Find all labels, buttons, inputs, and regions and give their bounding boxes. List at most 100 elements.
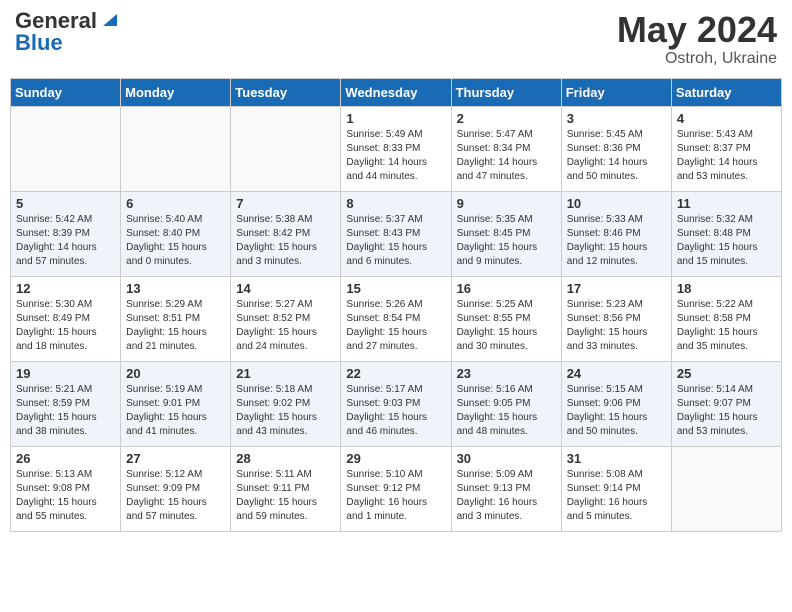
day-number: 13 — [126, 281, 225, 296]
day-number: 12 — [16, 281, 115, 296]
calendar-cell: 30 Sunrise: 5:09 AM Sunset: 9:13 PM Dayli… — [451, 446, 561, 531]
day-info: Sunrise: 5:38 AM Sunset: 8:42 PM Dayligh… — [236, 213, 335, 269]
day-info: Sunrise: 5:32 AM Sunset: 8:48 PM Dayligh… — [677, 213, 776, 269]
logo: General Blue — [15, 10, 117, 54]
day-info: Sunrise: 5:14 AM Sunset: 9:07 PM Dayligh… — [677, 383, 776, 439]
day-info: Sunrise: 5:17 AM Sunset: 9:03 PM Dayligh… — [346, 383, 445, 439]
calendar-header-saturday: Saturday — [671, 78, 781, 106]
day-number: 14 — [236, 281, 335, 296]
day-number: 22 — [346, 366, 445, 381]
day-number: 28 — [236, 451, 335, 466]
day-info: Sunrise: 5:22 AM Sunset: 8:58 PM Dayligh… — [677, 298, 776, 354]
day-info: Sunrise: 5:43 AM Sunset: 8:37 PM Dayligh… — [677, 128, 776, 184]
calendar-cell: 3 Sunrise: 5:45 AM Sunset: 8:36 PM Daylig… — [561, 106, 671, 191]
day-number: 31 — [567, 451, 666, 466]
day-number: 15 — [346, 281, 445, 296]
calendar-cell: 18 Sunrise: 5:22 AM Sunset: 8:58 PM Dayli… — [671, 276, 781, 361]
calendar-cell: 2Sunrise: 5:47 AM Sunset: 8:34 PM Daylig… — [451, 106, 561, 191]
day-number: 4 — [677, 111, 776, 126]
day-number: 29 — [346, 451, 445, 466]
calendar-cell: 31Sunrise: 5:08 AM Sunset: 9:14 PM Dayli… — [561, 446, 671, 531]
day-number: 19 — [16, 366, 115, 381]
calendar-week-row: 26Sunrise: 5:13 AM Sunset: 9:08 PM Dayli… — [11, 446, 782, 531]
calendar-cell: 14 Sunrise: 5:27 AM Sunset: 8:52 PM Dayli… — [231, 276, 341, 361]
calendar-cell: 11 Sunrise: 5:32 AM Sunset: 8:48 PM Dayli… — [671, 191, 781, 276]
calendar-cell: 25 Sunrise: 5:14 AM Sunset: 9:07 PM Dayli… — [671, 361, 781, 446]
day-info: Sunrise: 5:16 AM Sunset: 9:05 PM Dayligh… — [457, 383, 556, 439]
calendar-cell — [671, 446, 781, 531]
calendar-cell: 9Sunrise: 5:35 AM Sunset: 8:45 PM Daylig… — [451, 191, 561, 276]
calendar-cell: 29 Sunrise: 5:10 AM Sunset: 9:12 PM Dayli… — [341, 446, 451, 531]
day-number: 24 — [567, 366, 666, 381]
calendar-cell: 17Sunrise: 5:23 AM Sunset: 8:56 PM Dayli… — [561, 276, 671, 361]
calendar-cell: 26Sunrise: 5:13 AM Sunset: 9:08 PM Dayli… — [11, 446, 121, 531]
day-info: Sunrise: 5:26 AM Sunset: 8:54 PM Dayligh… — [346, 298, 445, 354]
calendar-cell: 10 Sunrise: 5:33 AM Sunset: 8:46 PM Dayli… — [561, 191, 671, 276]
day-number: 11 — [677, 196, 776, 211]
day-number: 20 — [126, 366, 225, 381]
calendar-header-tuesday: Tuesday — [231, 78, 341, 106]
day-info: Sunrise: 5:15 AM Sunset: 9:06 PM Dayligh… — [567, 383, 666, 439]
day-number: 5 — [16, 196, 115, 211]
day-number: 30 — [457, 451, 556, 466]
day-number: 17 — [567, 281, 666, 296]
calendar-week-row: 5Sunrise: 5:42 AM Sunset: 8:39 PM Daylig… — [11, 191, 782, 276]
day-number: 3 — [567, 111, 666, 126]
calendar-header-thursday: Thursday — [451, 78, 561, 106]
calendar-cell — [231, 106, 341, 191]
day-number: 25 — [677, 366, 776, 381]
calendar-table: SundayMondayTuesdayWednesdayThursdayFrid… — [10, 78, 782, 532]
calendar-cell: 7 Sunrise: 5:38 AM Sunset: 8:42 PM Daylig… — [231, 191, 341, 276]
logo-blue-text: Blue — [15, 32, 63, 54]
logo-triangle-icon — [99, 10, 117, 28]
calendar-cell: 4 Sunrise: 5:43 AM Sunset: 8:37 PM Daylig… — [671, 106, 781, 191]
calendar-cell — [121, 106, 231, 191]
calendar-header-monday: Monday — [121, 78, 231, 106]
calendar-cell: 24 Sunrise: 5:15 AM Sunset: 9:06 PM Dayli… — [561, 361, 671, 446]
calendar-cell: 21 Sunrise: 5:18 AM Sunset: 9:02 PM Dayli… — [231, 361, 341, 446]
day-info: Sunrise: 5:10 AM Sunset: 9:12 PM Dayligh… — [346, 468, 445, 524]
day-number: 8 — [346, 196, 445, 211]
calendar-cell: 8 Sunrise: 5:37 AM Sunset: 8:43 PM Daylig… — [341, 191, 451, 276]
day-info: Sunrise: 5:37 AM Sunset: 8:43 PM Dayligh… — [346, 213, 445, 269]
day-number: 9 — [457, 196, 556, 211]
day-info: Sunrise: 5:09 AM Sunset: 9:13 PM Dayligh… — [457, 468, 556, 524]
day-number: 21 — [236, 366, 335, 381]
day-info: Sunrise: 5:19 AM Sunset: 9:01 PM Dayligh… — [126, 383, 225, 439]
calendar-cell — [11, 106, 121, 191]
calendar-cell: 16 Sunrise: 5:25 AM Sunset: 8:55 PM Dayli… — [451, 276, 561, 361]
day-number: 1 — [346, 111, 445, 126]
day-info: Sunrise: 5:30 AM Sunset: 8:49 PM Dayligh… — [16, 298, 115, 354]
day-info: Sunrise: 5:49 AM Sunset: 8:33 PM Dayligh… — [346, 128, 445, 184]
calendar-week-row: 1 Sunrise: 5:49 AM Sunset: 8:33 PM Daylig… — [11, 106, 782, 191]
calendar-header-wednesday: Wednesday — [341, 78, 451, 106]
day-info: Sunrise: 5:40 AM Sunset: 8:40 PM Dayligh… — [126, 213, 225, 269]
calendar-cell: 1 Sunrise: 5:49 AM Sunset: 8:33 PM Daylig… — [341, 106, 451, 191]
day-info: Sunrise: 5:33 AM Sunset: 8:46 PM Dayligh… — [567, 213, 666, 269]
calendar-cell: 12 Sunrise: 5:30 AM Sunset: 8:49 PM Dayli… — [11, 276, 121, 361]
day-info: Sunrise: 5:45 AM Sunset: 8:36 PM Dayligh… — [567, 128, 666, 184]
calendar-cell: 27Sunrise: 5:12 AM Sunset: 9:09 PM Dayli… — [121, 446, 231, 531]
day-info: Sunrise: 5:18 AM Sunset: 9:02 PM Dayligh… — [236, 383, 335, 439]
day-number: 16 — [457, 281, 556, 296]
day-info: Sunrise: 5:25 AM Sunset: 8:55 PM Dayligh… — [457, 298, 556, 354]
day-number: 7 — [236, 196, 335, 211]
calendar-cell: 13Sunrise: 5:29 AM Sunset: 8:51 PM Dayli… — [121, 276, 231, 361]
day-number: 10 — [567, 196, 666, 211]
calendar-cell: 6 Sunrise: 5:40 AM Sunset: 8:40 PM Daylig… — [121, 191, 231, 276]
calendar-cell: 20 Sunrise: 5:19 AM Sunset: 9:01 PM Dayli… — [121, 361, 231, 446]
month-year-title: May 2024 — [617, 10, 777, 50]
day-number: 18 — [677, 281, 776, 296]
page-header: General Blue May 2024 Ostroh, Ukraine — [10, 10, 782, 68]
title-block: May 2024 Ostroh, Ukraine — [617, 10, 777, 68]
calendar-week-row: 12 Sunrise: 5:30 AM Sunset: 8:49 PM Dayli… — [11, 276, 782, 361]
logo-general-text: General — [15, 10, 97, 32]
day-info: Sunrise: 5:13 AM Sunset: 9:08 PM Dayligh… — [16, 468, 115, 524]
day-number: 6 — [126, 196, 225, 211]
day-info: Sunrise: 5:11 AM Sunset: 9:11 PM Dayligh… — [236, 468, 335, 524]
calendar-cell: 23Sunrise: 5:16 AM Sunset: 9:05 PM Dayli… — [451, 361, 561, 446]
calendar-week-row: 19Sunrise: 5:21 AM Sunset: 8:59 PM Dayli… — [11, 361, 782, 446]
calendar-header-friday: Friday — [561, 78, 671, 106]
day-info: Sunrise: 5:47 AM Sunset: 8:34 PM Dayligh… — [457, 128, 556, 184]
day-info: Sunrise: 5:27 AM Sunset: 8:52 PM Dayligh… — [236, 298, 335, 354]
